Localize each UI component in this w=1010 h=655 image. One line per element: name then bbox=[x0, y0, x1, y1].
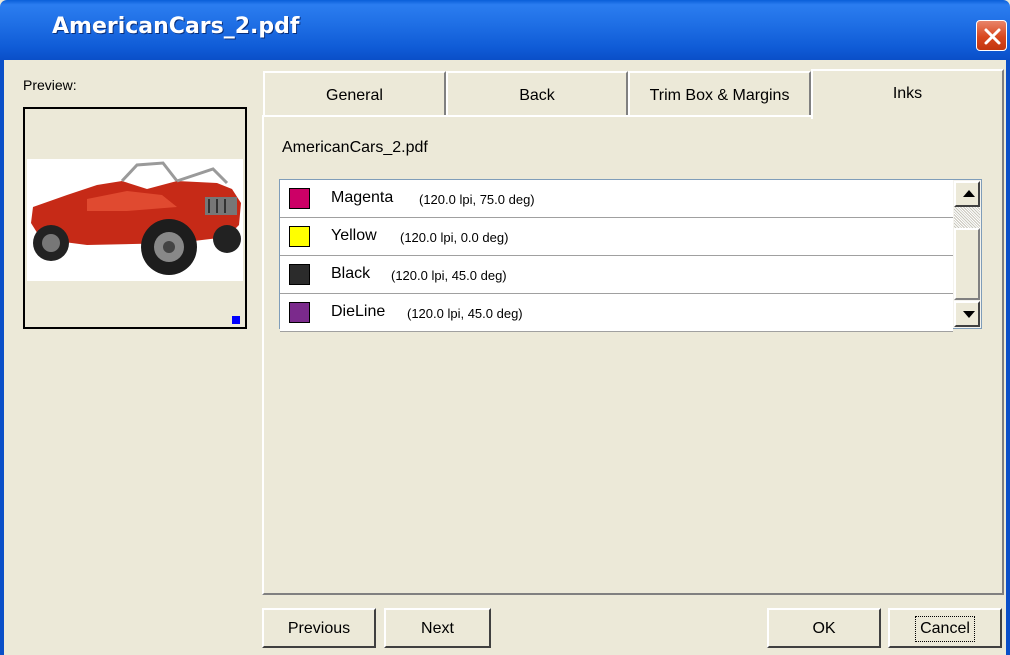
close-button[interactable] bbox=[976, 20, 1007, 51]
cancel-button[interactable]: Cancel bbox=[888, 608, 1002, 648]
preview-marker bbox=[232, 316, 240, 324]
ok-button[interactable]: OK bbox=[767, 608, 881, 648]
ink-swatch bbox=[289, 226, 310, 247]
tab-general[interactable]: General bbox=[263, 71, 446, 115]
ink-row-magenta[interactable]: Magenta (120.0 lpi, 75.0 deg) bbox=[280, 180, 953, 218]
previous-button[interactable]: Previous bbox=[262, 608, 376, 648]
ink-detail: (120.0 lpi, 45.0 deg) bbox=[391, 268, 507, 283]
ink-list[interactable]: Magenta (120.0 lpi, 75.0 deg) Yellow (12… bbox=[279, 179, 982, 332]
ink-row-dieline[interactable]: DieLine (120.0 lpi, 45.0 deg) bbox=[280, 294, 953, 332]
next-button[interactable]: Next bbox=[384, 608, 491, 648]
ink-detail: (120.0 lpi, 0.0 deg) bbox=[400, 230, 509, 245]
cancel-button-label: Cancel bbox=[915, 616, 975, 642]
ink-swatch bbox=[289, 302, 310, 323]
title-bar[interactable]: AmericanCars_2.pdf bbox=[0, 0, 1010, 60]
window-frame-left bbox=[0, 60, 4, 655]
arrow-up-icon bbox=[963, 190, 975, 197]
ink-detail: (120.0 lpi, 75.0 deg) bbox=[419, 192, 535, 207]
ink-swatch bbox=[289, 188, 310, 209]
ink-name: DieLine bbox=[331, 303, 386, 320]
ink-detail: (120.0 lpi, 45.0 deg) bbox=[407, 306, 523, 321]
tab-inks[interactable]: Inks bbox=[811, 69, 1004, 119]
arrow-down-icon bbox=[963, 311, 975, 318]
scroll-thumb[interactable] bbox=[954, 228, 980, 300]
window-title: AmericanCars_2.pdf bbox=[52, 14, 300, 39]
close-icon bbox=[984, 28, 1001, 45]
file-name-label: AmericanCars_2.pdf bbox=[282, 139, 428, 156]
ink-name: Black bbox=[331, 265, 371, 282]
ink-name: Magenta bbox=[331, 189, 394, 206]
ink-list-scrollbar[interactable] bbox=[953, 180, 981, 328]
jeep-illustration bbox=[31, 161, 241, 275]
tab-back[interactable]: Back bbox=[446, 71, 628, 115]
window-frame-right bbox=[1006, 60, 1010, 655]
ink-row-black[interactable]: Black (120.0 lpi, 45.0 deg) bbox=[280, 256, 953, 294]
ink-row-yellow[interactable]: Yellow (120.0 lpi, 0.0 deg) bbox=[280, 218, 953, 256]
scroll-track[interactable] bbox=[954, 207, 980, 228]
preview-label: Preview: bbox=[23, 77, 77, 93]
scroll-down-button[interactable] bbox=[954, 301, 980, 327]
preview-box bbox=[23, 107, 247, 329]
ink-swatch bbox=[289, 264, 310, 285]
preview-image bbox=[27, 159, 243, 281]
scroll-up-button[interactable] bbox=[954, 181, 980, 207]
ink-name: Yellow bbox=[331, 227, 377, 244]
tab-trim-box-margins[interactable]: Trim Box & Margins bbox=[628, 71, 811, 115]
